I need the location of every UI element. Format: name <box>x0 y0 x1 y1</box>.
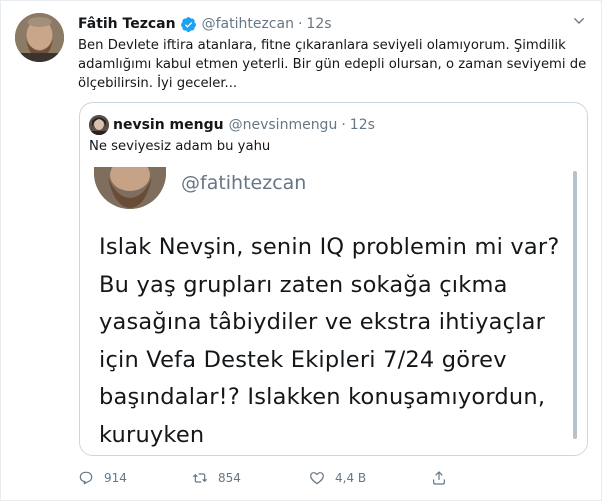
quoted-avatar[interactable] <box>89 115 109 135</box>
timestamp[interactable]: 12s <box>306 16 331 32</box>
quoted-tweet[interactable]: nevsin mengu @nevsinmengu · 12s Ne seviy… <box>79 102 588 456</box>
quoted-author-handle[interactable]: @nevsinmengu <box>229 117 338 133</box>
quoted-header: nevsin mengu @nevsinmengu · 12s <box>113 115 375 135</box>
media-handle: @fatihtezcan <box>181 172 307 194</box>
retweet-icon <box>192 473 208 483</box>
avatar[interactable] <box>15 13 64 62</box>
heart-icon <box>310 472 324 485</box>
like-count: 4,4 B <box>335 471 367 485</box>
share-button[interactable] <box>431 467 447 489</box>
separator-dot: · <box>297 16 303 32</box>
quoted-author-name[interactable]: nevsin mengu <box>113 117 224 133</box>
chevron-down-icon[interactable] <box>571 13 587 29</box>
quoted-text: Ne seviyesiz adam bu yahu <box>89 139 271 154</box>
quoted-timestamp[interactable]: 12s <box>350 117 375 133</box>
reply-button[interactable]: 914 <box>78 467 127 489</box>
verified-badge-icon <box>180 16 196 32</box>
tweet[interactable]: Fâtih Tezcan @fatihtezcan · 12s Ben Devl… <box>0 0 602 501</box>
retweet-count: 854 <box>218 471 241 485</box>
tweet-text: Ben Devlete iftira atanlara, fitne çıkar… <box>78 38 587 91</box>
quoted-media-image[interactable]: @fatihtezcan Islak Nevşin, senin IQ prob… <box>80 161 587 455</box>
media-avatar <box>94 167 166 209</box>
media-text: Islak Nevşin, senin IQ problemin mi var?… <box>99 234 560 448</box>
retweet-button[interactable]: 854 <box>192 467 241 489</box>
quoted-separator-dot: · <box>341 117 346 133</box>
media-scrollbar <box>573 171 577 439</box>
tweet-header: Fâtih Tezcan @fatihtezcan · 12s <box>78 14 332 34</box>
author-name[interactable]: Fâtih Tezcan <box>78 16 176 32</box>
tweet-actions: 914 854 4,4 B <box>78 467 588 489</box>
author-handle[interactable]: @fatihtezcan <box>202 16 294 32</box>
reply-icon <box>79 471 93 485</box>
like-button[interactable]: 4,4 B <box>309 467 366 489</box>
share-icon <box>433 471 445 485</box>
reply-count: 914 <box>104 471 127 485</box>
